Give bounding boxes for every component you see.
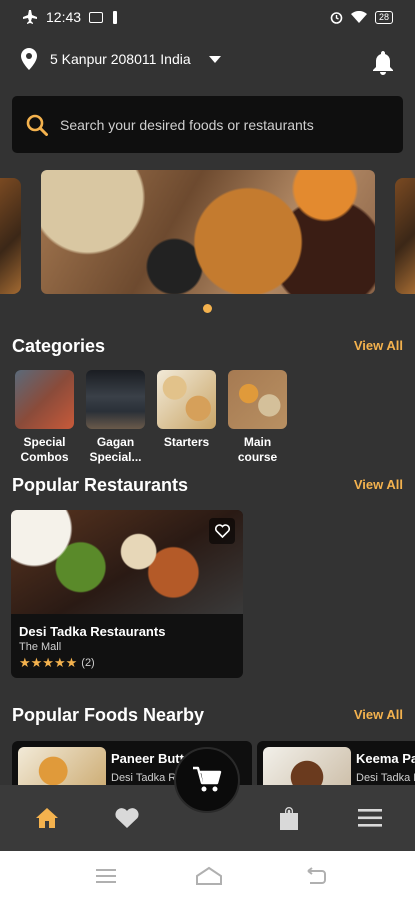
home-nav-icon[interactable] xyxy=(195,866,223,886)
category-label: Special Combos xyxy=(20,435,69,464)
recent-apps-icon[interactable] xyxy=(94,866,118,886)
nav-orders[interactable] xyxy=(276,805,302,831)
system-navigation-bar xyxy=(0,851,415,900)
location-pin-icon xyxy=(21,48,37,70)
airplane-icon xyxy=(23,10,37,24)
bag-icon xyxy=(280,807,298,830)
menu-icon xyxy=(358,809,382,827)
food-restaurant: Desi Tadka Re xyxy=(111,772,183,784)
cart-button[interactable] xyxy=(174,747,240,813)
category-image xyxy=(228,370,287,429)
heart-outline-icon xyxy=(214,524,230,538)
category-image xyxy=(157,370,216,429)
categories-view-all[interactable]: View All xyxy=(354,338,403,353)
location-text: 5 Kanpur 208011 India xyxy=(50,51,191,67)
category-item[interactable]: Main course xyxy=(228,370,287,465)
categories-list: Special Combos Gagan Special... Starters… xyxy=(15,370,287,465)
food-card[interactable]: Keema Pa Desi Tadka Re xyxy=(257,741,415,791)
back-icon[interactable] xyxy=(304,866,328,886)
search-bar[interactable] xyxy=(12,96,403,153)
popular-foods-title: Popular Foods Nearby xyxy=(12,705,205,725)
restaurant-rating: ★★★★★ (2) xyxy=(19,655,95,671)
chevron-down-icon xyxy=(208,55,221,63)
restaurant-card[interactable]: Desi Tadka Restaurants The Mall ★★★★★ (2… xyxy=(11,510,243,678)
notification-icon xyxy=(113,10,118,24)
category-label: Main course xyxy=(237,435,278,464)
favorite-button[interactable] xyxy=(209,518,235,544)
category-item[interactable]: Gagan Special... xyxy=(86,370,145,465)
nav-menu[interactable] xyxy=(357,805,383,831)
category-item[interactable]: Starters xyxy=(157,370,216,465)
category-label: Starters xyxy=(163,435,210,449)
bell-icon[interactable] xyxy=(371,50,395,76)
alarm-icon xyxy=(330,11,343,24)
carousel-dot-active xyxy=(203,304,212,313)
popular-foods-view-all[interactable]: View All xyxy=(354,707,403,722)
category-image xyxy=(15,370,74,429)
cart-icon xyxy=(193,766,222,792)
wifi-icon xyxy=(350,11,367,23)
banner-image[interactable] xyxy=(41,170,375,294)
banner-prev[interactable] xyxy=(0,178,21,294)
food-name: Keema Pa xyxy=(356,751,415,766)
category-item[interactable]: Special Combos xyxy=(15,370,74,465)
battery-icon: 28 xyxy=(374,10,393,24)
category-image xyxy=(86,370,145,429)
status-bar: 12:43 28 xyxy=(0,0,415,34)
banner-next[interactable] xyxy=(395,178,415,294)
search-icon xyxy=(26,114,48,136)
food-restaurant: Desi Tadka Re xyxy=(356,772,415,784)
categories-title: Categories xyxy=(12,336,106,356)
heart-icon xyxy=(115,808,139,828)
status-time: 12:43 xyxy=(46,9,82,25)
restaurant-name: Desi Tadka Restaurants xyxy=(19,624,166,639)
location-selector[interactable]: 5 Kanpur 208011 India xyxy=(20,48,221,70)
rating-stars-icon: ★★★★★ xyxy=(19,655,78,670)
home-icon xyxy=(36,808,58,828)
popular-restaurants-title: Popular Restaurants xyxy=(12,475,189,495)
popular-restaurants-view-all[interactable]: View All xyxy=(354,477,403,492)
category-label: Gagan Special... xyxy=(89,435,142,464)
nav-home[interactable] xyxy=(34,805,60,831)
search-input[interactable] xyxy=(60,116,380,133)
restaurant-location: The Mall xyxy=(19,641,62,653)
carousel-indicator xyxy=(0,304,415,313)
nav-favorites[interactable] xyxy=(114,805,140,831)
notification-icon xyxy=(89,11,104,23)
review-count: (2) xyxy=(81,657,95,669)
